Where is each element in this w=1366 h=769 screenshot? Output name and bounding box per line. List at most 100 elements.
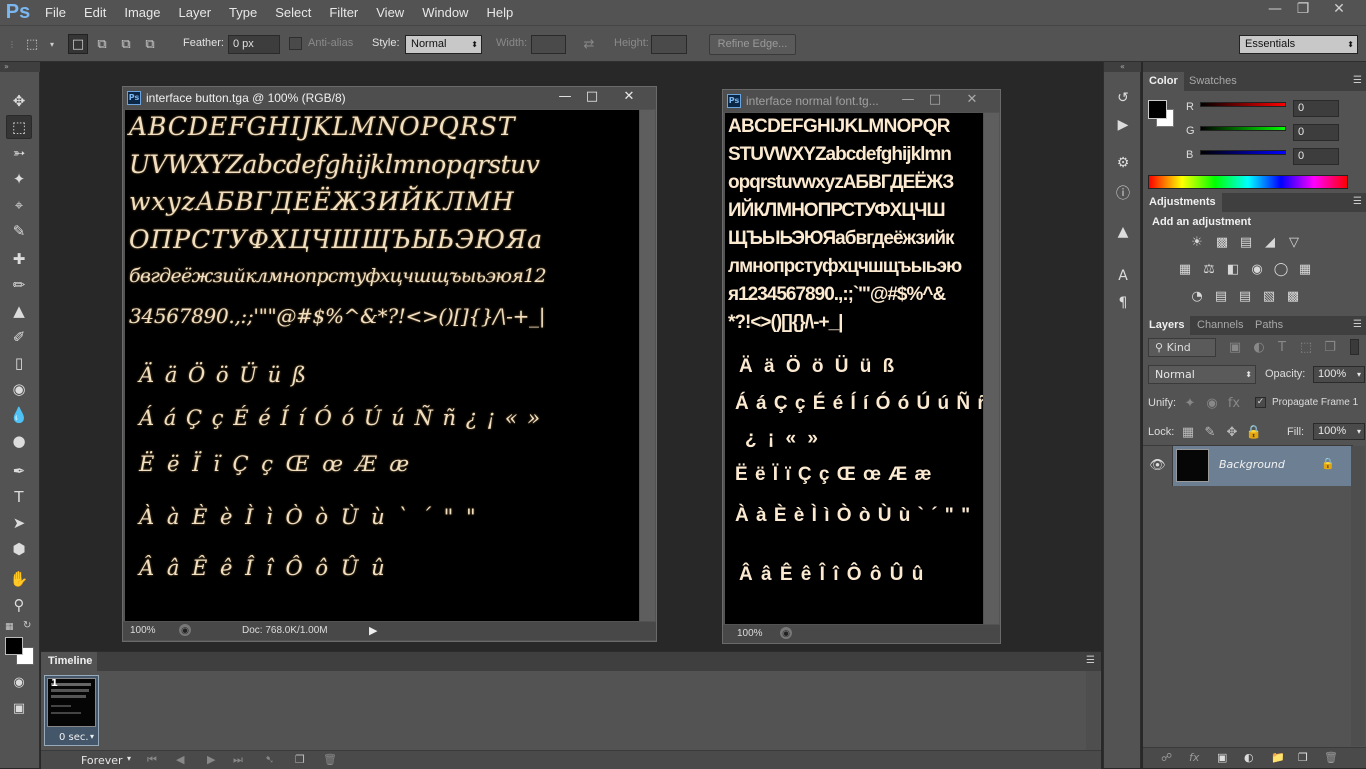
lasso-tool-icon[interactable]: ➳ <box>6 141 32 165</box>
gradient-map-icon[interactable]: ▩ <box>1284 288 1302 306</box>
filter-type-icon[interactable]: T <box>1273 339 1291 357</box>
menu-filter[interactable]: Filter <box>320 0 367 25</box>
doc-minimize-button[interactable]: — <box>893 91 923 109</box>
clone-source-icon[interactable]: ▲ <box>1113 222 1133 242</box>
collapse-arrows-icon[interactable]: « <box>1104 62 1141 72</box>
doc-close-button[interactable]: ✕ <box>614 88 644 106</box>
layers-scrollbar[interactable] <box>1351 446 1365 746</box>
height-input[interactable] <box>651 35 687 54</box>
chevron-down-icon[interactable]: ▾ <box>90 732 94 741</box>
tween-icon[interactable]: ➷ <box>265 753 274 766</box>
doc-maximize-button[interactable]: □ <box>577 88 607 106</box>
character-icon[interactable]: A <box>1113 266 1133 286</box>
quick-mask-icon[interactable]: ◉ <box>6 670 32 694</box>
app-close-button[interactable]: ✕ <box>1324 0 1354 20</box>
filter-shape-icon[interactable]: ⬚ <box>1297 339 1315 357</box>
tab-color[interactable]: Color <box>1143 72 1184 91</box>
chevron-down-icon[interactable]: ▾ <box>127 754 131 763</box>
crop-tool-icon[interactable]: ⌖ <box>6 193 32 217</box>
vibrance-icon[interactable]: ▽ <box>1285 234 1303 252</box>
blur-tool-icon[interactable]: 💧 <box>6 403 32 427</box>
g-value-input[interactable]: 0 <box>1293 124 1339 141</box>
menu-type[interactable]: Type <box>220 0 266 25</box>
width-input[interactable] <box>531 35 566 54</box>
history-icon[interactable]: ↺ <box>1113 88 1133 108</box>
lock-pixels-icon[interactable]: ✎ <box>1201 424 1219 442</box>
share-icon[interactable]: ◉ <box>179 624 191 636</box>
first-frame-icon[interactable]: ⏮ <box>147 753 157 767</box>
invert-icon[interactable]: ◔ <box>1188 288 1206 306</box>
paint-bucket-tool-icon[interactable]: ◉ <box>6 377 32 401</box>
filter-pixel-icon[interactable]: ▣ <box>1226 339 1244 357</box>
refine-edge-button[interactable]: Refine Edge... <box>709 34 796 55</box>
add-mask-icon[interactable]: ▣ <box>1217 751 1227 764</box>
healing-brush-tool-icon[interactable]: ✚ <box>6 247 32 271</box>
panel-menu-icon[interactable]: ☰ <box>1353 75 1362 86</box>
menu-image[interactable]: Image <box>115 0 169 25</box>
add-to-selection-icon[interactable]: ⧉ <box>92 34 112 54</box>
lock-all-icon[interactable]: 🔒 <box>1245 424 1263 442</box>
timeline-scrollbar[interactable] <box>1086 671 1100 750</box>
new-group-icon[interactable]: 📁 <box>1271 751 1285 764</box>
fx-icon[interactable]: fx <box>1189 751 1199 764</box>
collapse-arrows-icon[interactable]: » <box>0 62 40 72</box>
threshold-icon[interactable]: ▤ <box>1236 288 1254 306</box>
b-value-input[interactable]: 0 <box>1293 148 1339 165</box>
foreground-color-swatch[interactable] <box>5 637 23 655</box>
triangle-right-icon[interactable]: ▶ <box>369 624 377 637</box>
intersect-selection-icon[interactable]: ⧉ <box>140 34 160 54</box>
black-white-icon[interactable]: ◧ <box>1224 261 1242 279</box>
loop-select[interactable]: Forever <box>81 754 123 767</box>
color-lookup-icon[interactable]: ▦ <box>1296 261 1314 279</box>
clone-stamp-tool-icon[interactable]: ▲ <box>6 299 32 323</box>
app-minimize-button[interactable]: — <box>1260 0 1290 20</box>
color-fg-swatch[interactable] <box>1148 100 1167 119</box>
propagate-checkbox[interactable]: ✓ <box>1255 397 1266 408</box>
filter-smart-object-icon[interactable]: ❐ <box>1321 339 1339 357</box>
zoom-tool-icon[interactable]: ⚲ <box>6 593 32 617</box>
link-layers-icon[interactable]: ☍ <box>1161 751 1172 764</box>
g-slider[interactable] <box>1200 126 1286 131</box>
marquee-preset-icon[interactable]: ⬚ <box>22 34 42 54</box>
next-frame-icon[interactable]: ⏭ <box>233 753 243 767</box>
levels-icon[interactable]: ▩ <box>1213 234 1231 252</box>
shape-tool-icon[interactable]: ⬢ <box>6 537 32 561</box>
r-value-input[interactable]: 0 <box>1293 100 1339 117</box>
workspace-select[interactable]: Essentials ⬍ <box>1239 35 1358 54</box>
curves-icon[interactable]: ▤ <box>1237 234 1255 252</box>
pen-tool-icon[interactable]: ✒ <box>6 459 32 483</box>
frame-delay[interactable]: 0 sec. <box>59 732 89 743</box>
tab-layers[interactable]: Layers <box>1143 316 1191 335</box>
blend-mode-select[interactable]: Normal ⬍ <box>1148 365 1256 384</box>
tab-paths[interactable]: Paths <box>1249 316 1289 335</box>
lock-position-icon[interactable]: ✥ <box>1223 424 1241 442</box>
zoom-level[interactable]: 100% <box>130 625 156 636</box>
info-icon[interactable]: ⓘ <box>1113 184 1133 204</box>
brightness-contrast-icon[interactable]: ☀ <box>1188 234 1206 252</box>
type-tool-icon[interactable]: T <box>6 485 32 509</box>
chevron-down-icon[interactable]: ▾ <box>42 34 62 54</box>
vertical-scrollbar[interactable] <box>640 110 655 621</box>
app-restore-button[interactable]: ❐ <box>1288 0 1318 20</box>
style-select[interactable]: Normal ⬍ <box>405 35 482 54</box>
unify-position-icon[interactable]: ✦ <box>1181 395 1199 413</box>
menu-edit[interactable]: Edit <box>75 0 115 25</box>
share-icon[interactable]: ◉ <box>780 627 792 639</box>
color-spectrum[interactable] <box>1148 175 1348 189</box>
panel-menu-icon[interactable]: ☰ <box>1353 196 1362 207</box>
eyedropper-tool-icon[interactable]: ✎ <box>6 219 32 243</box>
swap-icon[interactable]: ⇄ <box>579 34 599 54</box>
new-adjustment-icon[interactable]: ◐ <box>1244 751 1254 764</box>
magic-wand-tool-icon[interactable]: ✦ <box>6 167 32 191</box>
default-colors-icon[interactable]: ▦ <box>5 622 14 632</box>
menu-help[interactable]: Help <box>477 0 522 25</box>
previous-frame-icon[interactable]: ◀ <box>176 753 184 766</box>
actions-play-icon[interactable]: ▶ <box>1113 115 1133 135</box>
timeline-tab[interactable]: Timeline <box>41 652 97 671</box>
screen-mode-icon[interactable]: ▣ <box>6 696 32 720</box>
color-balance-icon[interactable]: ⚖ <box>1200 261 1218 279</box>
tab-adjustments[interactable]: Adjustments <box>1143 193 1222 212</box>
layer-row-background[interactable]: 👁 Background 🔒 <box>1143 446 1351 486</box>
new-selection-icon[interactable]: □ <box>68 34 88 54</box>
eraser-tool-icon[interactable]: ▯ <box>6 351 32 375</box>
